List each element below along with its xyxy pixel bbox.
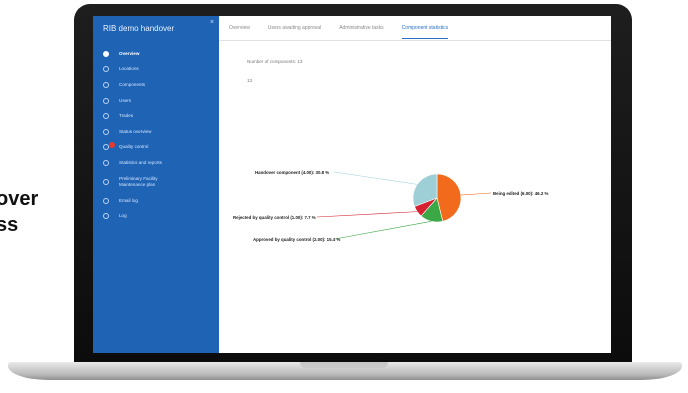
sidebar-item-maintenance-plan[interactable]: Preliminary Facility Maintenance plan (93, 171, 219, 193)
sidebar-item-label: Statistics and reports (119, 159, 162, 165)
background-marketing-text: over ss (0, 188, 39, 236)
pie-leader-line (316, 211, 418, 218)
sidebar-item-locations[interactable]: Locations (93, 62, 219, 78)
notification-badge (109, 141, 115, 148)
sidebar-nav: Overview Locations Components Users Trad… (93, 46, 219, 224)
status-icon (103, 128, 109, 135)
component-icon (103, 81, 109, 88)
sidebar-item-label: Preliminary Facility Maintenance plan (119, 175, 158, 187)
sidebar-item-label: Quality control (119, 144, 149, 150)
sidebar-item-users[interactable]: Users (93, 93, 219, 109)
sidebar-item-log[interactable]: Log (93, 208, 219, 224)
tab-administrative-tasks[interactable]: Administrative tasks (339, 25, 383, 31)
sidebar-item-label: Trades (119, 113, 134, 119)
app-screen: RIB demo handover × Overview Locations C… (93, 16, 611, 353)
main-content: Number of components: 13 13 Being edited… (219, 41, 611, 353)
pie-leader-line (334, 221, 432, 240)
pie-label-approved: Approved by quality control (2.00): 15.4… (253, 237, 341, 242)
trades-icon (103, 113, 109, 120)
email-icon (103, 197, 109, 204)
tab-bar: Overview Users awaiting approval Adminis… (219, 16, 611, 41)
sidebar-item-label: Overview (119, 50, 140, 56)
sidebar-item-label: Status overview (119, 128, 152, 134)
maintenance-icon (103, 178, 109, 185)
sidebar-item-label: Locations (119, 66, 139, 72)
sidebar-item-label: Log (119, 213, 127, 219)
sidebar-item-label: Email log (119, 197, 138, 203)
pie-label-rejected: Rejected by quality control (1.00): 7.7 … (233, 215, 316, 220)
sidebar-item-email-log[interactable]: Email log (93, 193, 219, 209)
location-pin-icon (103, 66, 109, 73)
pie-label-handover: Handover component (4.00): 30.8 % (255, 170, 330, 175)
sidebar-item-statistics[interactable]: Statistics and reports (93, 155, 219, 171)
statistics-icon (103, 159, 109, 166)
tab-component-statistics[interactable]: Component statistics (401, 25, 449, 39)
sidebar-item-components[interactable]: Components (93, 77, 219, 93)
pie-leader-line (333, 171, 418, 185)
sidebar-item-overview[interactable]: Overview (93, 46, 219, 62)
tab-users-awaiting-approval[interactable]: Users awaiting approval (268, 25, 321, 31)
sidebar-item-status-overview[interactable]: Status overview (93, 124, 219, 140)
tab-overview[interactable]: Overview (229, 25, 250, 31)
laptop-notch (300, 362, 388, 368)
pie-label-being-edited: Being edited (6.00): 46.2 % (493, 191, 549, 196)
home-icon (103, 50, 109, 57)
sidebar-item-trades[interactable]: Trades (93, 108, 219, 124)
pie-leader-line (460, 192, 492, 196)
users-icon (103, 97, 109, 104)
app-title: RIB demo handover (103, 24, 175, 33)
sidebar-item-quality-control[interactable]: Quality control (93, 140, 219, 156)
sidebar: RIB demo handover × Overview Locations C… (93, 16, 219, 353)
sidebar-item-label: Components (119, 81, 146, 87)
close-icon[interactable]: × (210, 19, 214, 26)
log-icon (103, 213, 109, 220)
sidebar-item-label: Users (119, 97, 131, 103)
pie-chart (316, 171, 492, 240)
